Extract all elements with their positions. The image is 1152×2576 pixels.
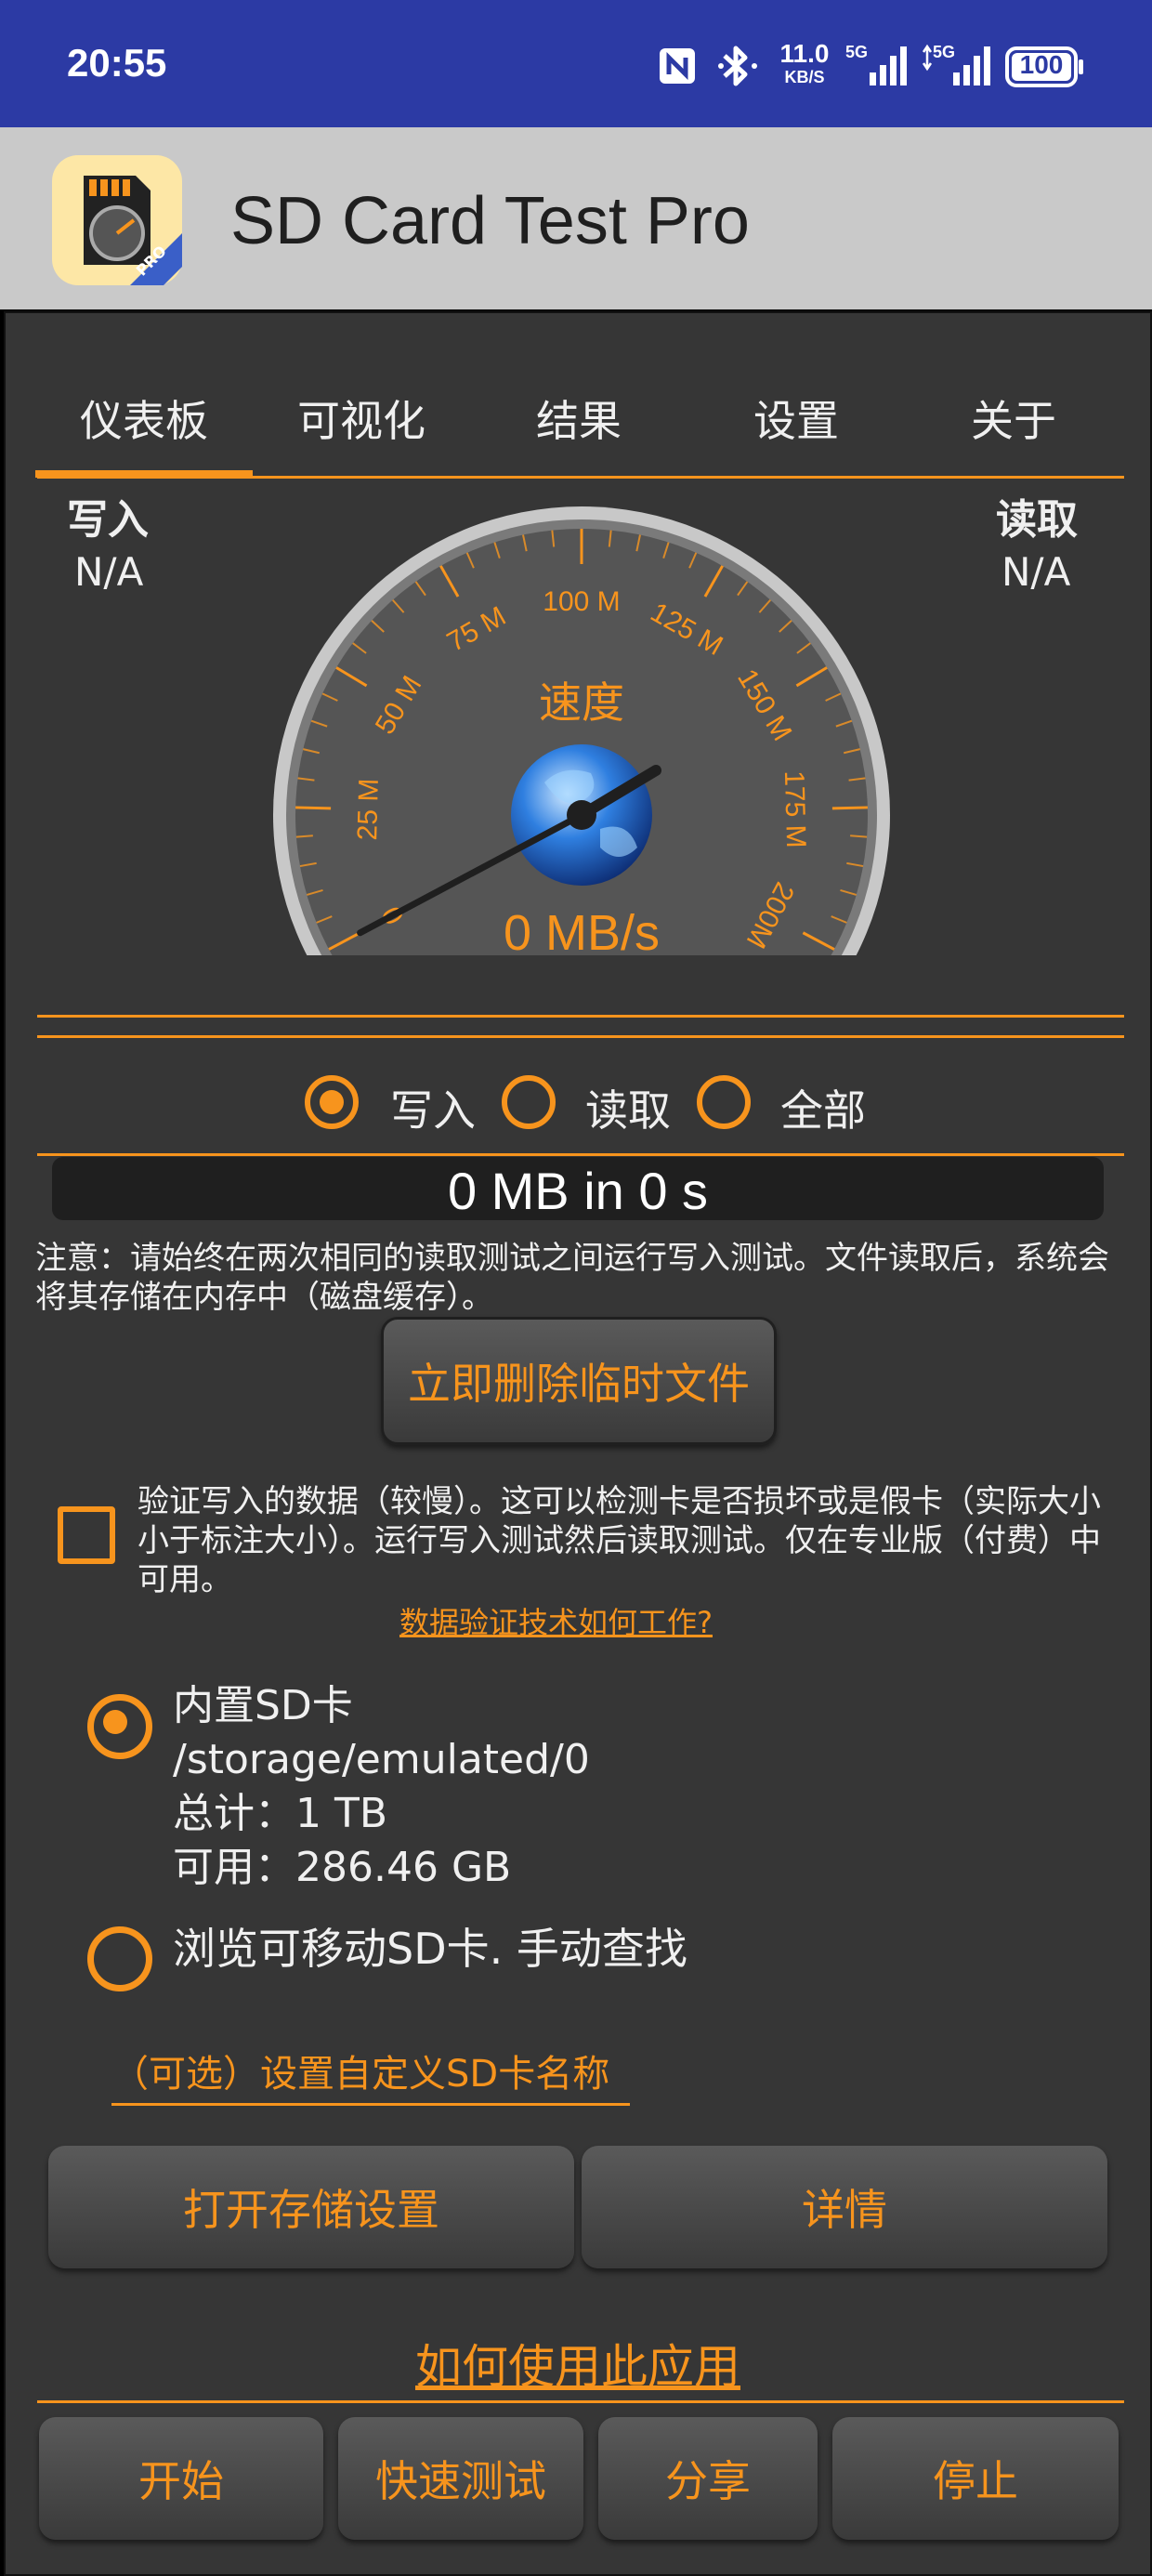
cache-note: 注意：请始终在两次相同的读取测试之间运行写入测试。文件读取后，系统会将其存储在内… [35,1240,1109,1316]
read-speed-label: 读取 [996,496,1078,544]
gauge-tick-label: 25 M [352,778,385,841]
gauge-tick-label: 175 M [779,770,811,848]
storage-internal-path: /storage/emulated/0 [173,1736,590,1783]
start-button[interactable]: 开始 [39,2417,323,2540]
mode-read-label: 读取 [585,1085,671,1136]
start-label: 开始 [138,2456,224,2506]
gauge-tick-label: 100 M [543,586,620,617]
tab-settings[interactable]: 设置 [687,388,905,449]
read-speed-value: N/A [1001,549,1071,595]
tab-divider [37,476,1124,479]
mode-write-label: 写入 [390,1085,476,1136]
gauge-title: 速度 [539,677,624,728]
tab-results[interactable]: 结果 [470,388,687,449]
signal-icon: 5G [920,43,994,89]
gauge-speed-readout: 0 MB/s [504,905,660,961]
write-speed-label: 写入 [67,496,149,544]
verify-how-link[interactable]: 数据验证技术如何工作? [399,1599,713,1642]
app-logo-icon: PRO [52,155,182,285]
bluetooth-icon [717,43,760,89]
battery-icon: 100 [1005,46,1085,87]
stop-label: 停止 [933,2456,1018,2506]
custom-sd-name-field[interactable]: （可选）设置自定义SD卡名称 [111,2044,630,2106]
quick-test-label: 快速测试 [375,2456,546,2506]
custom-sd-name-label: （可选）设置自定义SD卡名称 [111,2053,610,2096]
delete-temp-files-label: 立即删除临时文件 [408,1359,750,1409]
storage-internal-radio[interactable] [87,1694,152,1759]
main-panel: 仪表板 可视化 结果 设置 关于 写入 N/A 读取 N/A 025 M50 M… [4,311,1152,2576]
mode-write-radio[interactable] [305,1075,359,1129]
storage-internal-name: 内置SD卡 [173,1682,353,1729]
speed-gauge: 025 M50 M75 M100 M125 M150 M175 M200M 速度… [266,506,897,965]
storage-internal-free: 可用：286.46 GB [173,1844,512,1891]
signal-icon: 5G [845,43,910,89]
storage-internal-info[interactable]: 内置SD卡 /storage/emulated/0 总计：1 TB 可用：286… [173,1679,590,1895]
quick-test-button[interactable]: 快速测试 [338,2417,583,2540]
mode-divider [37,1153,1124,1156]
stop-button[interactable]: 停止 [832,2417,1119,2540]
write-speed-value: N/A [74,549,144,595]
gauge-divider-bottom [37,1035,1124,1038]
bottom-divider [37,2400,1124,2403]
storage-browse-label[interactable]: 浏览可移动SD卡. 手动查找 [173,1915,687,1977]
verify-checkbox[interactable] [58,1506,115,1564]
details-button[interactable]: 详情 [582,2146,1107,2268]
gauge-minor-tick [850,835,868,838]
tab-about[interactable]: 关于 [905,388,1122,449]
storage-internal-total: 总计：1 TB [173,1790,388,1837]
open-storage-settings-button[interactable]: 打开存储设置 [48,2146,574,2268]
status-bar: 20:55 11.0 KB/S 5G 5G 100 [0,0,1152,127]
network-speed-unit: KB/S [784,68,825,86]
share-label: 分享 [665,2456,751,2506]
verify-description: 验证写入的数据（较慢）。这可以检测卡是否损坏或是假卡（实际大小小于标注大小）。运… [137,1483,1101,1598]
status-time: 20:55 [67,41,167,85]
open-storage-settings-label: 打开存储设置 [183,2185,439,2235]
nfc-icon [658,46,697,85]
battery-level: 100 [1019,50,1064,79]
mode-all-label: 全部 [780,1085,866,1136]
mode-all-radio[interactable] [697,1075,751,1129]
delete-temp-files-button[interactable]: 立即删除临时文件 [381,1317,777,1445]
gauge-minor-tick [295,835,313,838]
tab-visualize[interactable]: 可视化 [253,388,470,449]
storage-browse-radio[interactable] [87,1926,152,1991]
gauge-divider-top [37,1015,1124,1018]
app-bar: PRO SD Card Test Pro [0,127,1152,309]
network-speed-value: 11.0 [779,39,830,68]
app-title: SD Card Test Pro [230,184,750,258]
progress-text: 0 MB in 0 s [447,1162,709,1220]
mode-read-radio[interactable] [502,1075,556,1129]
network-speed: 11.0 KB/S [777,41,832,87]
details-label: 详情 [802,2185,887,2235]
share-button[interactable]: 分享 [598,2417,818,2540]
how-to-use-link[interactable]: 如何使用此应用 [6,2330,1150,2397]
tab-dashboard[interactable]: 仪表板 [35,388,253,449]
